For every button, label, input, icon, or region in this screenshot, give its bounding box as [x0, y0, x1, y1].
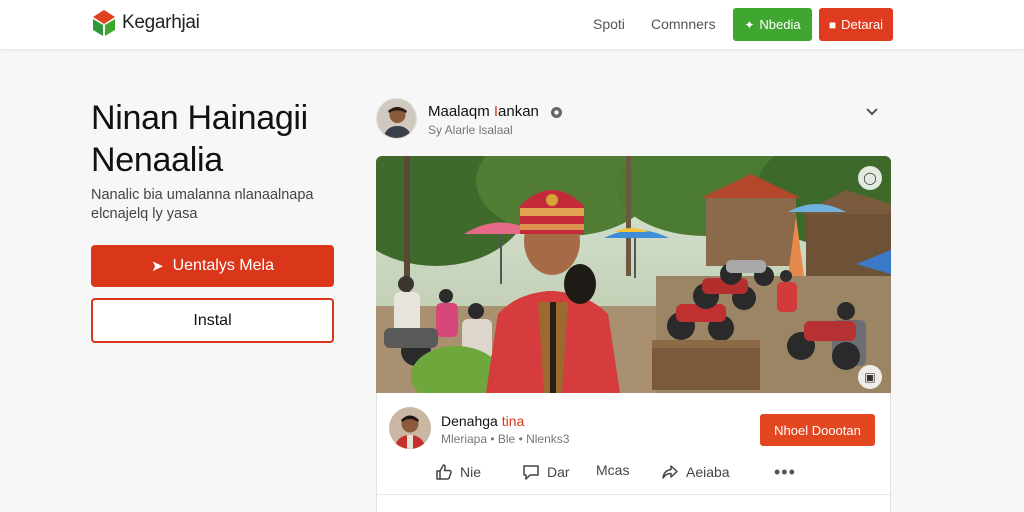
- logo-icon: [93, 10, 115, 36]
- detail-button[interactable]: ■ Detarai: [819, 8, 893, 41]
- logo[interactable]: Kegarhjai: [91, 8, 200, 38]
- more-icon: •••: [774, 462, 796, 482]
- media-button-label: Nbedia: [759, 17, 801, 32]
- more-button[interactable]: •••: [774, 462, 796, 483]
- card-action-button-label: Nhoel Doootan: [774, 422, 861, 438]
- comment-icon: [523, 465, 539, 480]
- commenter-name-part-1: Denahga: [441, 413, 502, 429]
- primary-cta-button[interactable]: ➤ Uentalys Mela: [91, 245, 334, 287]
- chevron-down-icon[interactable]: [864, 104, 880, 120]
- install-button-label: Instal: [193, 311, 232, 329]
- share-button[interactable]: Aeiaba: [660, 462, 730, 482]
- card-action-button[interactable]: Nhoel Doootan: [760, 414, 875, 446]
- globe-icon: [551, 107, 562, 118]
- post-meta: Sy Alarle lsalaal: [428, 123, 513, 137]
- like-label: Nie: [460, 464, 482, 480]
- post-author-name-part-2: ankan: [498, 103, 539, 120]
- expand-icon[interactable]: ◯: [858, 166, 882, 190]
- square-icon: ■: [828, 17, 837, 32]
- leaf-icon: ✦: [744, 17, 755, 32]
- commenter-avatar-image: [389, 407, 431, 449]
- hero-subtitle: Nanalic bia umalanna nlanaalnapa elcnaje…: [91, 187, 314, 222]
- top-navbar: Kegarhjai Spoti Comnners ✦ Nbedia ■ Deta…: [0, 0, 1024, 50]
- hero-title-line-2: Nenaalia: [91, 141, 223, 179]
- commenter-meta: Mleriapa • Ble • Nlenks3: [441, 432, 570, 446]
- hero-title-line-1: Ninan Hainagii: [91, 99, 308, 137]
- meas-button[interactable]: Mcas: [596, 462, 629, 478]
- detail-button-label: Detarai: [841, 17, 884, 32]
- primary-cta-label: Uentalys Mela: [172, 257, 274, 274]
- commenter-name: Denahga tina: [441, 413, 524, 429]
- gallery-icon[interactable]: ▣: [858, 365, 882, 389]
- logo-text: Kegarhjai: [122, 12, 200, 33]
- share-icon: [662, 465, 678, 479]
- like-button[interactable]: Nie: [434, 462, 481, 482]
- post-author-name[interactable]: Maalaqm Iankan: [428, 103, 539, 120]
- meas-label: Mcas: [596, 462, 630, 478]
- thumbs-up-icon: [436, 464, 452, 480]
- commenter-name-accent: tina: [501, 413, 525, 429]
- post-author-name-part-1: Maalaqm: [428, 103, 494, 120]
- media-button[interactable]: ✦ Nbedia: [733, 8, 812, 41]
- download-icon: ➤: [151, 258, 164, 275]
- comment-button[interactable]: Dar: [521, 462, 570, 482]
- author-avatar[interactable]: [376, 98, 417, 139]
- share-label: Aeiaba: [686, 464, 730, 480]
- card-divider: [377, 494, 890, 495]
- comment-label: Dar: [547, 464, 570, 480]
- nav-link-spoti[interactable]: Spoti: [593, 16, 625, 32]
- hero-title: Ninan Hainagii Nenaalia: [91, 97, 361, 181]
- nav-link-comnners[interactable]: Comnners: [651, 16, 716, 32]
- market-scene-image: [376, 156, 891, 393]
- author-avatar-image: [377, 99, 416, 138]
- post-photo[interactable]: [376, 156, 891, 393]
- install-button[interactable]: Instal: [91, 298, 334, 343]
- commenter-avatar[interactable]: [389, 407, 431, 449]
